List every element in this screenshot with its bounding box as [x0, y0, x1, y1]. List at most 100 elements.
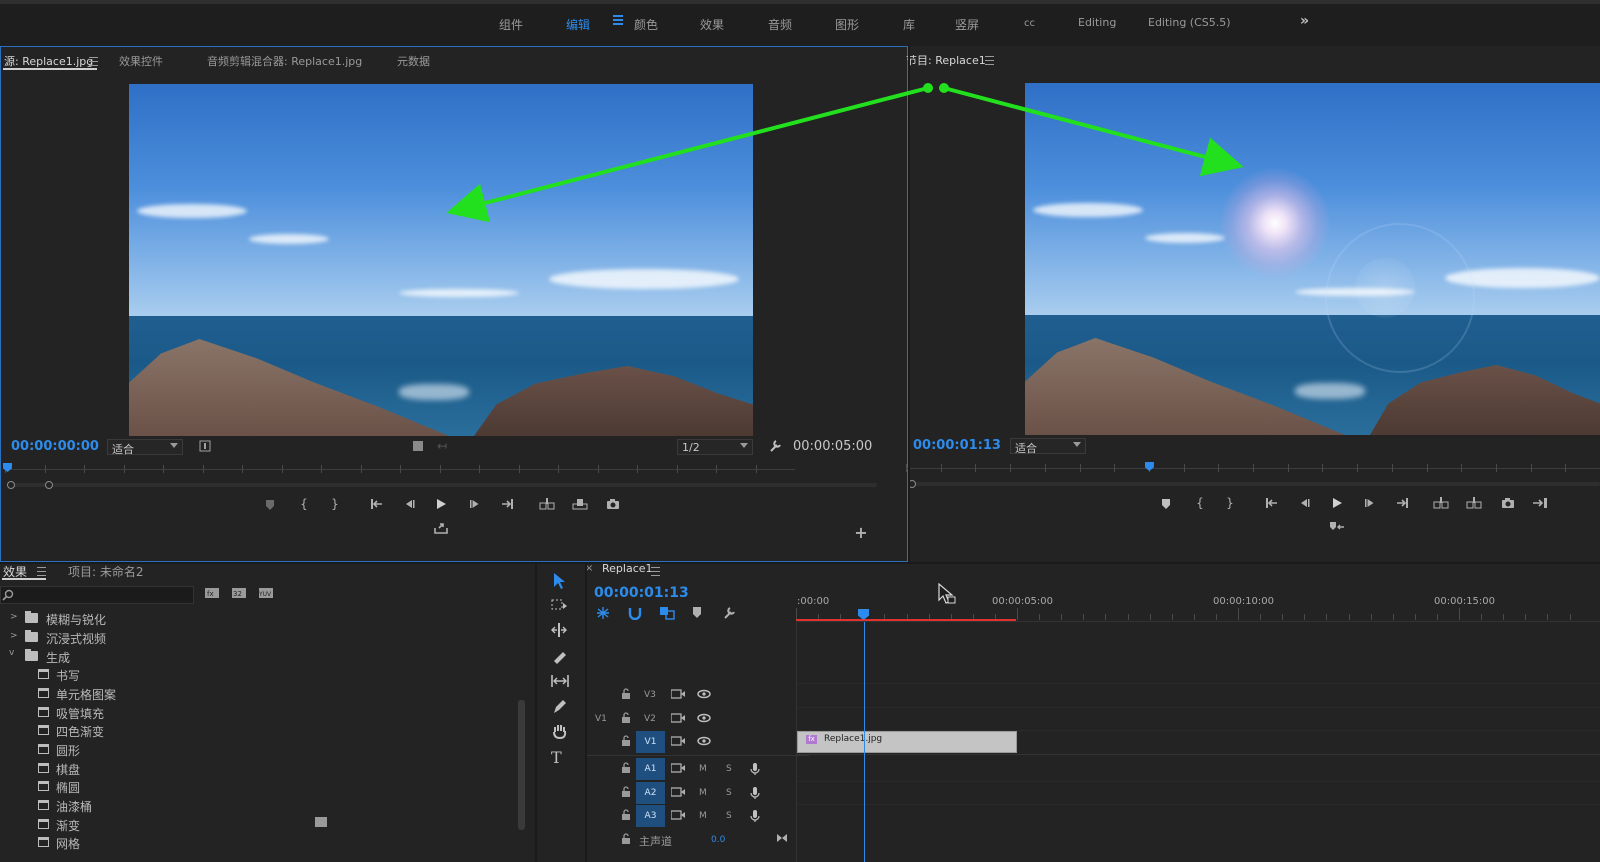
tree-item[interactable]: 书写 — [0, 665, 520, 684]
tree-item[interactable]: 椭圆 — [0, 777, 520, 796]
workspace-tab-editing-cs55[interactable]: Editing (CS5.5) — [1148, 16, 1231, 29]
accelerated-effects-icon[interactable]: fx — [203, 587, 221, 599]
button-editor-icon[interactable] — [432, 522, 450, 534]
tree-folder[interactable]: > 沉浸式视频 — [0, 628, 520, 647]
source-panel-menu-icon[interactable] — [89, 57, 98, 66]
go-to-in-icon[interactable] — [368, 498, 386, 510]
tab-effect-controls[interactable]: 效果控件 — [119, 53, 163, 69]
step-forward-icon[interactable] — [1361, 497, 1379, 509]
lock-icon[interactable] — [621, 833, 631, 847]
mark-out-icon[interactable]: } — [326, 497, 344, 511]
sync-lock-icon[interactable] — [670, 810, 685, 823]
lock-icon[interactable] — [621, 688, 631, 702]
sync-lock-icon[interactable] — [670, 787, 685, 800]
mark-out-icon[interactable]: } — [1221, 496, 1239, 510]
effects-search-input[interactable] — [0, 586, 194, 604]
lock-icon[interactable] — [621, 786, 631, 800]
tree-item[interactable]: 吸管填充 — [0, 703, 520, 722]
linked-selection-icon[interactable] — [659, 606, 675, 620]
panel-divider-vertical[interactable] — [585, 564, 587, 862]
solo-button[interactable]: S — [726, 788, 732, 798]
track-target-a3[interactable]: A3 — [636, 805, 665, 827]
workspace-tab-cc[interactable]: cc — [1024, 18, 1035, 29]
workspace-tab-vertical[interactable]: 竖屏 — [955, 16, 979, 33]
lock-icon[interactable] — [621, 712, 631, 726]
lock-icon[interactable] — [621, 762, 631, 776]
source-patch-label[interactable]: V1 — [595, 714, 607, 724]
tab-project[interactable]: 项目: 未命名2 — [68, 563, 144, 580]
program-time-ruler[interactable] — [906, 462, 1600, 476]
solo-button[interactable]: S — [726, 811, 732, 821]
wrench-icon[interactable] — [766, 439, 784, 453]
overwrite-icon[interactable] — [571, 498, 589, 510]
sync-lock-icon[interactable] — [670, 713, 685, 726]
sync-lock-icon[interactable] — [670, 763, 685, 776]
workspace-menu-icon[interactable] — [613, 15, 623, 25]
export-frame-icon[interactable] — [604, 498, 622, 510]
type-tool-icon[interactable]: T — [551, 748, 571, 768]
microphone-icon[interactable] — [750, 786, 760, 803]
master-volume-value[interactable]: 0.0 — [711, 835, 725, 845]
panel-divider-horizontal[interactable] — [0, 562, 1600, 564]
go-to-in-icon[interactable] — [1263, 497, 1281, 509]
pen-tool-icon[interactable] — [551, 698, 571, 718]
sync-lock-icon[interactable] — [670, 689, 685, 702]
tree-item[interactable]: 棋盘 — [0, 759, 520, 778]
add-marker-icon[interactable] — [691, 606, 707, 620]
mark-in-icon[interactable]: { — [1191, 496, 1209, 510]
source-zoom-dropdown[interactable]: 适合 — [107, 439, 183, 456]
tree-folder[interactable]: v 生成 — [0, 647, 520, 666]
lock-icon[interactable] — [621, 735, 631, 749]
go-to-out-icon[interactable] — [1393, 497, 1411, 509]
timeline-timecode[interactable]: 00:00:01:13 — [594, 585, 689, 601]
lock-icon[interactable] — [621, 809, 631, 823]
selection-tool-icon[interactable] — [551, 572, 571, 592]
panel-divider-vertical[interactable] — [535, 564, 537, 862]
timeline-ruler[interactable]: :00:00 00:00:05:00 00:00:10:00 00:00:15:… — [796, 592, 1600, 622]
program-playhead[interactable] — [1144, 462, 1154, 471]
tree-item[interactable]: 四色渐变 — [0, 721, 520, 740]
lift-icon[interactable] — [1432, 497, 1450, 509]
hand-tool-icon[interactable] — [551, 723, 571, 743]
source-timecode[interactable]: 00:00:00:00 — [11, 439, 99, 454]
32bit-effects-icon[interactable]: 32 — [230, 587, 248, 599]
tree-item[interactable]: 渐变 — [0, 815, 520, 834]
tab-audio-clip-mixer[interactable]: 音频剪辑混合器: Replace1.jpg — [207, 53, 362, 69]
work-area-bar[interactable] — [796, 619, 1016, 621]
timeline-menu-icon[interactable] — [651, 567, 660, 576]
sync-lock-icon[interactable] — [670, 736, 685, 749]
workspace-overflow-icon[interactable]: » — [1300, 13, 1309, 29]
drag-video-icon[interactable] — [196, 440, 214, 452]
workspace-tab-color[interactable]: 颜色 — [634, 16, 658, 33]
add-button-icon[interactable]: + — [852, 523, 870, 542]
mute-button[interactable]: M — [699, 788, 707, 798]
workspace-tab-editing[interactable]: 编辑 — [566, 16, 590, 33]
workspace-tab-editing-en[interactable]: Editing — [1078, 16, 1116, 29]
effects-scrollbar[interactable] — [518, 700, 525, 830]
insert-after-icon[interactable] — [1531, 497, 1549, 509]
program-zoom-scrollbar[interactable] — [908, 480, 1600, 488]
trim-marker-icon[interactable] — [1328, 521, 1346, 533]
tree-folder[interactable]: > 模糊与锐化 — [0, 609, 520, 628]
microphone-icon[interactable] — [750, 762, 760, 779]
scroll-handle-left[interactable] — [7, 481, 15, 489]
tab-program[interactable]: 节目: Replace1 — [906, 52, 986, 68]
workspace-tab-assembly[interactable]: 组件 — [499, 16, 523, 33]
tab-metadata[interactable]: 元数据 — [397, 53, 430, 69]
panel-divider-vertical[interactable] — [908, 46, 910, 562]
track-select-tool-icon[interactable] — [551, 597, 571, 617]
step-back-icon[interactable] — [400, 498, 418, 510]
slip-tool-icon[interactable] — [551, 673, 571, 693]
add-marker-icon[interactable] — [1157, 498, 1175, 510]
extract-icon[interactable] — [1465, 497, 1483, 509]
microphone-icon[interactable] — [750, 809, 760, 826]
step-forward-icon[interactable] — [466, 498, 484, 510]
eye-icon[interactable] — [697, 713, 711, 726]
source-resolution-dropdown[interactable]: 1/2 — [677, 439, 753, 455]
track-target-v1[interactable]: V1 — [636, 731, 665, 753]
timeline-clip[interactable]: fx Replace1.jpg — [797, 731, 1017, 753]
workspace-tab-audio[interactable]: 音频 — [768, 16, 792, 33]
tree-item[interactable]: 油漆桶 — [0, 796, 520, 815]
step-back-icon[interactable] — [1295, 497, 1313, 509]
eye-icon[interactable] — [697, 689, 711, 702]
